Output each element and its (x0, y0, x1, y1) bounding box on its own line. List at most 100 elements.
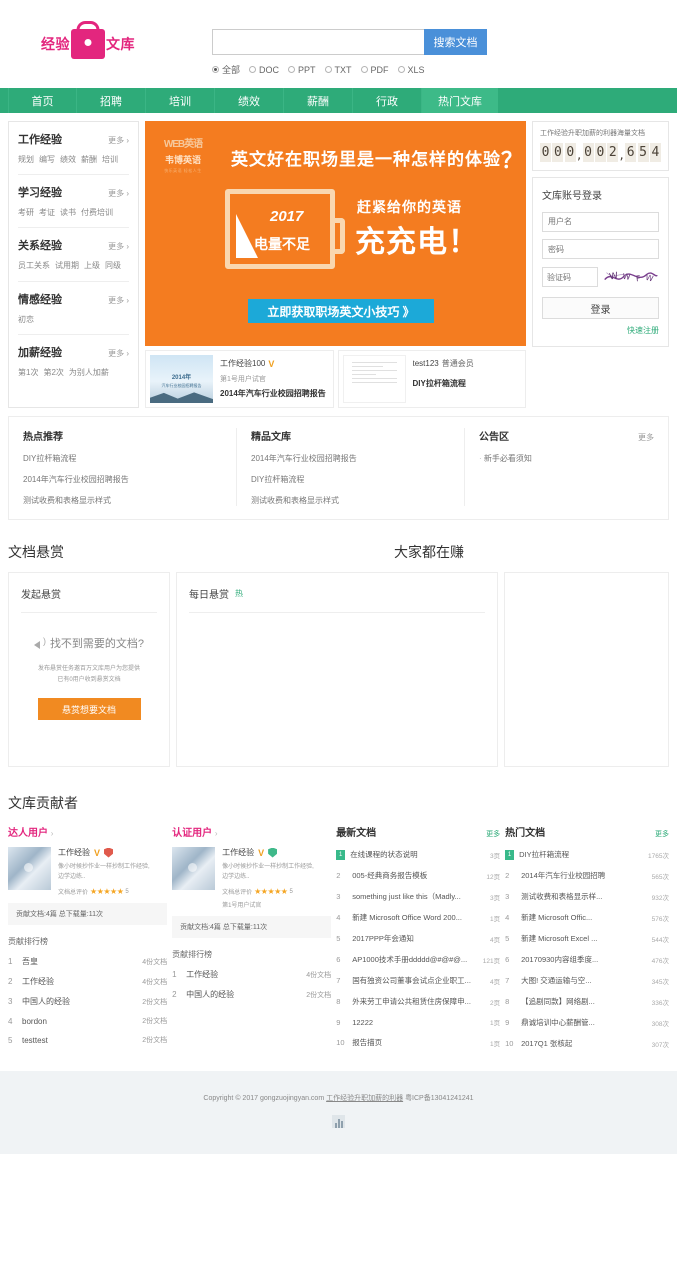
doc-title[interactable]: DIY拉杆箱流程 (413, 378, 474, 389)
category-tag[interactable]: 编写 (39, 155, 55, 164)
latest-doc-row[interactable]: 7 国有独资公司董事会试点企业职工... 4页 (336, 975, 500, 986)
register-link[interactable]: 快速注册 (542, 325, 659, 336)
statistics-icon[interactable] (332, 1115, 345, 1128)
hot-docs-more[interactable]: 更多 (655, 829, 669, 839)
category-block-raise: 加薪经验 更多 › 第1次 第2次 为别人加薪 (18, 335, 129, 387)
hot-doc-row[interactable]: 1 DIY拉杆箱流程 1765次 (505, 849, 669, 860)
featured-doc-card[interactable]: 2014年 汽车行业校园招聘报告 工作经验100 V 第1号用户试官 2014年… (145, 350, 334, 408)
rank-number: 6 (336, 955, 341, 964)
rank-row[interactable]: 1 吾皇 4份文档 (8, 956, 167, 967)
category-tag[interactable]: 初恋 (18, 315, 34, 324)
category-tag[interactable]: 为别人加薪 (69, 368, 109, 377)
link-column-more[interactable]: 更多 (638, 432, 654, 443)
expert-user-header[interactable]: 达人用户 › (8, 824, 167, 839)
doc-author-name[interactable]: test123 (413, 359, 439, 368)
site-logo[interactable]: 经验 文库 (38, 22, 138, 66)
link-item[interactable]: 测试收费和表格显示样式 (23, 495, 222, 506)
radio-xls[interactable]: XLS (397, 63, 425, 76)
category-tag[interactable]: 第2次 (43, 368, 63, 377)
captcha-input[interactable] (542, 267, 598, 287)
certified-user-card[interactable]: 工作经验 V 像小时候抄作业一样抄制工作经验, 边学边练.. 文档总评价 ★★★… (172, 847, 331, 909)
nav-item-training[interactable]: 培训 (146, 88, 215, 113)
rank-row[interactable]: 3 中国人的经验 2份文档 (8, 996, 167, 1007)
search-button[interactable]: 搜索文档 (424, 29, 487, 55)
latest-doc-row[interactable]: 3 something just like this（Madly... 3页 (336, 891, 500, 902)
hot-doc-row[interactable]: 4 新建 Microsoft Offic... 576次 (505, 912, 669, 923)
hot-doc-row[interactable]: 7 大图! 交通运输与空... 345次 (505, 975, 669, 986)
category-tag[interactable]: 薪酬 (81, 155, 97, 164)
featured-doc-card[interactable]: test123 普通会员 DIY拉杆箱流程 (337, 350, 526, 408)
link-item[interactable]: DIY拉杆箱流程 (23, 453, 222, 464)
category-tag[interactable]: 培训 (102, 155, 118, 164)
hot-doc-row[interactable]: 10 2017Q1 张核起 307次 (505, 1038, 669, 1049)
category-tag[interactable]: 规划 (18, 155, 34, 164)
nav-item-salary[interactable]: 薪酬 (284, 88, 353, 113)
login-button[interactable]: 登录 (542, 297, 659, 319)
hot-doc-row[interactable]: 3 测试收费和表格显示样... 932次 (505, 891, 669, 902)
category-tag[interactable]: 第1次 (18, 368, 38, 377)
category-tag[interactable]: 同级 (105, 261, 121, 270)
contributor-name[interactable]: 工作经验 (222, 847, 254, 858)
category-more-link[interactable]: 更多 › (108, 295, 129, 306)
search-input[interactable] (212, 29, 424, 55)
rank-row[interactable]: 1 工作经验 4份文档 (172, 969, 331, 980)
hot-doc-row[interactable]: 8 【追剧同款】网络剧... 336次 (505, 996, 669, 1007)
latest-doc-row[interactable]: 6 AP1000技术手册ddddd@#@#@... 121页 (336, 954, 500, 965)
link-item[interactable]: 测试收费和表格显示样式 (251, 495, 450, 506)
latest-doc-row[interactable]: 4 新建 Microsoft Office Word 200... 1页 (336, 912, 500, 923)
link-item[interactable]: 2014年汽车行业校园招聘报告 (23, 474, 222, 485)
hot-doc-row[interactable]: 2 2014年汽车行业校园招聘 565次 (505, 870, 669, 881)
password-input[interactable] (542, 239, 659, 259)
nav-item-home[interactable]: 首页 (8, 88, 77, 113)
rank-row[interactable]: 4 bordon 2份文档 (8, 1016, 167, 1026)
latest-doc-row[interactable]: 2 005-经典商务报告模板 12页 (336, 870, 500, 881)
nav-item-hot-library[interactable]: 热门文库 (422, 88, 498, 113)
hot-doc-row[interactable]: 5 新建 Microsoft Excel ... 544次 (505, 933, 669, 944)
radio-txt[interactable]: TXT (324, 63, 352, 76)
radio-ppt[interactable]: PPT (288, 63, 316, 76)
latest-doc-row[interactable]: 10 报告描页 1页 (336, 1037, 500, 1048)
link-item[interactable]: 新手必看须知 (479, 453, 654, 464)
category-tag[interactable]: 考研 (18, 208, 34, 217)
category-tag[interactable]: 读书 (60, 208, 76, 217)
latest-docs-more[interactable]: 更多 (486, 829, 500, 839)
rank-row[interactable]: 2 工作经验 4份文档 (8, 976, 167, 987)
category-tag[interactable]: 员工关系 (18, 261, 50, 270)
radio-pdf[interactable]: PDF (360, 63, 389, 76)
rank-row[interactable]: 5 testtest 2份文档 (8, 1035, 167, 1045)
hot-doc-row[interactable]: 6 20170930内容组季度... 476次 (505, 954, 669, 965)
category-tag[interactable]: 考证 (39, 208, 55, 217)
link-item[interactable]: DIY拉杆箱流程 (251, 474, 450, 485)
certified-user-header[interactable]: 认证用户 › (172, 824, 331, 839)
category-tag[interactable]: 试用期 (55, 261, 79, 270)
latest-doc-row[interactable]: 1 在线课程的状态说明 3页 (336, 849, 500, 860)
promo-banner[interactable]: WEB英语 韦博英语 快乐英语 轻松人生 英文好在职场里是一种怎样的体验？ 20… (145, 121, 526, 346)
hot-doc-row[interactable]: 9 鼎诚培训中心薪酬管... 308次 (505, 1017, 669, 1028)
latest-doc-row[interactable]: 8 外来劳工申请公共租赁住房保障申... 2页 (336, 996, 500, 1007)
link-item[interactable]: 2014年汽车行业校园招聘报告 (251, 453, 450, 464)
banner-cta-button[interactable]: 立即获取职场英文小技巧 》 (248, 299, 434, 323)
category-more-link[interactable]: 更多 › (108, 348, 129, 359)
latest-doc-row[interactable]: 9 12222 1页 (336, 1017, 500, 1028)
rank-row[interactable]: 2 中国人的经验 2份文档 (172, 989, 331, 1000)
username-input[interactable] (542, 211, 659, 232)
category-tag[interactable]: 付费培训 (81, 208, 113, 217)
doc-author-name[interactable]: 工作经验100 (220, 358, 265, 369)
captcha-image[interactable]: W W F W (603, 266, 659, 288)
category-tag[interactable]: 上级 (84, 261, 100, 270)
nav-item-recruit[interactable]: 招聘 (77, 88, 146, 113)
radio-all[interactable]: 全部 (212, 63, 240, 76)
expert-user-card[interactable]: 工作经验 V 像小时候抄作业一样抄制工作经验, 边学边练.. 文档总评价 ★★★… (8, 847, 167, 896)
radio-doc[interactable]: DOC (249, 63, 279, 76)
doc-title[interactable]: 2014年汽车行业校园招聘报告 (220, 388, 326, 399)
category-more-link[interactable]: 更多 › (108, 241, 129, 252)
latest-doc-row[interactable]: 5 2017PPP年会通知 4页 (336, 933, 500, 944)
category-more-link[interactable]: 更多 › (108, 188, 129, 199)
category-more-link[interactable]: 更多 › (108, 135, 129, 146)
nav-item-performance[interactable]: 绩效 (215, 88, 284, 113)
footer-link[interactable]: 工作经验升职加薪的利器 (326, 1095, 403, 1102)
category-tag[interactable]: 绩效 (60, 155, 76, 164)
contributor-name[interactable]: 工作经验 (58, 847, 90, 858)
create-bounty-button[interactable]: 悬赏想要文档 (37, 698, 141, 720)
nav-item-admin[interactable]: 行政 (353, 88, 422, 113)
